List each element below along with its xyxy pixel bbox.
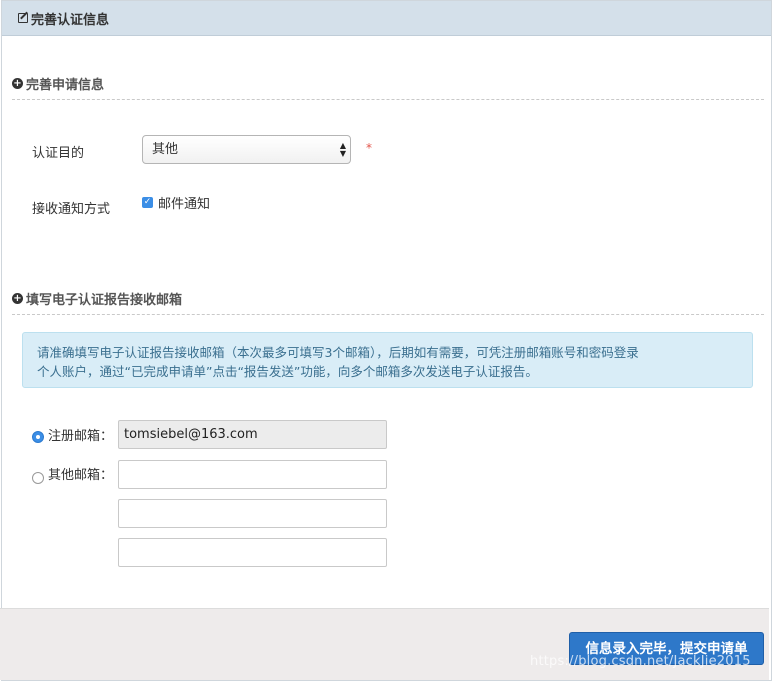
registered-email-field[interactable] — [118, 420, 387, 449]
other-email-field-2[interactable] — [118, 499, 387, 528]
purpose-label: 认证目的 — [32, 146, 85, 161]
panel-title: 完善认证信息 — [31, 12, 110, 28]
watermark: https://blog.csdn.net/JackJie2015 — [530, 654, 751, 669]
section-title-text: 填写电子认证报告接收邮箱 — [26, 293, 183, 308]
other-email-label: 其他邮箱： — [48, 468, 114, 483]
info-line-1: 请准确填写电子认证报告接收邮箱（本次最多可填写3个邮箱），后期如有需要，可凭注册… — [37, 345, 639, 360]
registered-email-label: 注册邮箱： — [48, 429, 114, 444]
email-notify-label: 邮件通知 — [158, 197, 211, 212]
other-email-radio[interactable] — [32, 472, 44, 484]
section-divider — [12, 314, 764, 315]
notify-label: 接收通知方式 — [32, 202, 111, 217]
purpose-select[interactable]: 其他 ▲ ▼ — [142, 135, 351, 164]
edit-icon — [18, 13, 28, 23]
section-title-application: + 完善申请信息 — [12, 74, 104, 93]
info-alert: 请准确填写电子认证报告接收邮箱（本次最多可填写3个邮箱），后期如有需要，可凭注册… — [22, 332, 753, 388]
registered-email-radio[interactable] — [32, 431, 44, 443]
other-email-field-1[interactable] — [118, 460, 387, 489]
section-title-email: + 填写电子认证报告接收邮箱 — [12, 289, 182, 308]
plus-circle-icon: + — [12, 78, 23, 89]
other-email-field-3[interactable] — [118, 538, 387, 567]
panel-header: 完善认证信息 — [2, 1, 771, 36]
required-mark: * — [366, 141, 372, 155]
purpose-select-value: 其他 — [152, 142, 179, 157]
info-line-2: 个人账户，通过“已完成申请单”点击“报告发送”功能，向多个邮箱多次发送电子认证报… — [37, 364, 538, 379]
plus-circle-icon: + — [12, 293, 23, 304]
select-arrows-icon: ▲ ▼ — [339, 141, 346, 158]
section-title-text: 完善申请信息 — [26, 78, 105, 93]
email-notify-checkbox[interactable]: ✓ — [142, 197, 153, 208]
section-divider — [12, 99, 764, 100]
